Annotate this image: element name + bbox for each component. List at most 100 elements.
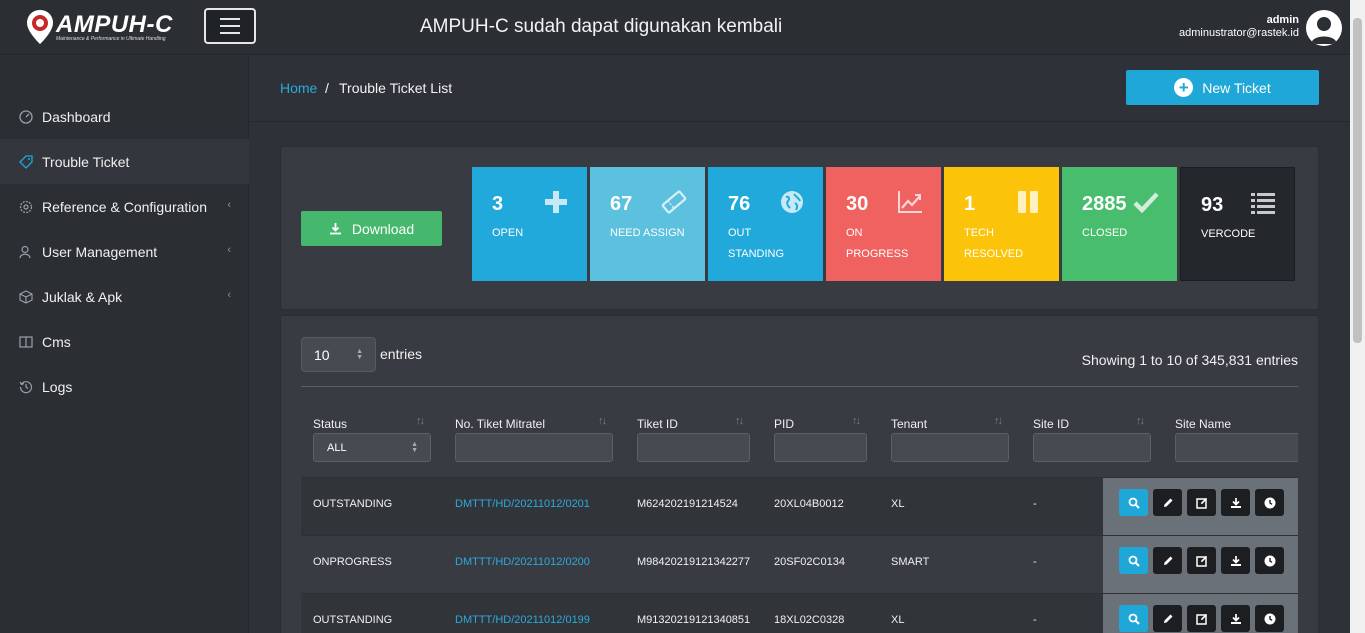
pid-filter-input[interactable]	[774, 433, 867, 462]
column-header-no-tiket[interactable]: No. Tiket Mitratel	[455, 417, 545, 431]
chevron-left-icon: ‹	[227, 244, 231, 256]
sidebar-item-trouble-ticket[interactable]: Trouble Ticket	[0, 139, 249, 184]
history-button[interactable]	[1255, 547, 1284, 574]
breadcrumb-separator: /	[325, 80, 329, 96]
menu-toggle-button[interactable]	[204, 8, 256, 44]
download-icon	[329, 223, 341, 235]
cell-pid: 20XL04B0012	[774, 498, 844, 510]
tag-icon	[18, 154, 34, 170]
cell-status: OUTSTANDING	[313, 498, 393, 510]
edit-button[interactable]	[1153, 605, 1182, 632]
stat-label: OUT STANDING	[728, 227, 785, 260]
download-row-button[interactable]	[1221, 547, 1250, 574]
stat-open[interactable]: 3 OPEN	[472, 167, 587, 281]
stat-count: 76	[728, 193, 751, 215]
chevron-left-icon: ‹	[227, 289, 231, 301]
history-button[interactable]	[1255, 605, 1284, 632]
user-email[interactable]: adminustrator@rastek.id	[1179, 27, 1299, 39]
stat-label: ON PROGRESS	[846, 227, 909, 260]
globe-icon	[781, 191, 803, 213]
cell-no-tiket-link[interactable]: DMTTT/HD/20211012/0201	[455, 498, 590, 510]
no-tiket-filter-input[interactable]	[455, 433, 613, 462]
column-header-pid[interactable]: PID	[774, 417, 794, 431]
sort-icon[interactable]: ↑↓	[735, 415, 744, 427]
stat-closed[interactable]: 2885 CLOSED	[1062, 167, 1177, 281]
view-button[interactable]	[1119, 605, 1148, 632]
clock-icon	[1264, 613, 1275, 624]
column-header-site-name[interactable]: Site Name	[1175, 417, 1231, 431]
table-row: OUTSTANDING DMTTT/HD/20211012/0199 M9132…	[301, 593, 1298, 633]
stat-vercode[interactable]: 93 VERCODE	[1180, 167, 1295, 281]
table-row: ONPROGRESS DMTTT/HD/20211012/0200 M98420…	[301, 535, 1298, 594]
column-header-tenant[interactable]: Tenant	[891, 417, 927, 431]
download-button[interactable]: Download	[301, 211, 442, 246]
pencil-icon	[1163, 556, 1172, 565]
gear-icon	[18, 199, 34, 215]
sidebar-item-cms[interactable]: Cms	[0, 319, 249, 364]
update-button[interactable]	[1187, 605, 1216, 632]
sidebar-item-label: Dashboard	[42, 108, 111, 125]
pause-icon	[1018, 191, 1038, 213]
plus-icon	[545, 191, 567, 213]
new-ticket-label: New Ticket	[1202, 79, 1271, 96]
column-header-site-id[interactable]: Site ID	[1033, 417, 1069, 431]
cell-no-tiket-link[interactable]: DMTTT/HD/20211012/0199	[455, 614, 590, 626]
stat-need-assign[interactable]: 67 NEED ASSIGN	[590, 167, 705, 281]
view-button[interactable]	[1119, 547, 1148, 574]
columns-icon	[18, 334, 34, 350]
edit-button[interactable]	[1153, 489, 1182, 516]
download-row-button[interactable]	[1221, 489, 1250, 516]
scrollbar-thumb[interactable]	[1353, 18, 1362, 343]
sort-icon[interactable]: ↑↓	[1136, 415, 1145, 427]
sidebar-item-dashboard[interactable]: Dashboard	[0, 94, 249, 139]
sidebar-item-label: Logs	[42, 378, 73, 395]
sidebar-item-user-management[interactable]: User Management ‹	[0, 229, 249, 274]
stat-on-progress[interactable]: 30 ON PROGRESS	[826, 167, 941, 281]
tiket-id-filter-input[interactable]	[637, 433, 750, 462]
breadcrumb-home-link[interactable]: Home	[280, 80, 317, 96]
table-row: OUTSTANDING DMTTT/HD/20211012/0201 M6242…	[301, 477, 1298, 536]
cell-no-tiket-link[interactable]: DMTTT/HD/20211012/0200	[455, 556, 590, 568]
history-button[interactable]	[1255, 489, 1284, 516]
new-ticket-button[interactable]: + New Ticket	[1126, 70, 1319, 105]
sort-icon[interactable]: ↑↓	[852, 415, 861, 427]
update-button[interactable]	[1187, 547, 1216, 574]
avatar[interactable]	[1306, 10, 1342, 46]
stat-count: 67	[610, 193, 633, 215]
sort-icon[interactable]: ↑↓	[994, 415, 1003, 427]
site-name-filter-input[interactable]	[1175, 433, 1298, 462]
sort-icon[interactable]: ↑↓	[416, 415, 425, 427]
top-bar: AMPUH-C Maintenance & Performance in Ult…	[0, 0, 1365, 55]
edit-button[interactable]	[1153, 547, 1182, 574]
status-filter-select[interactable]: ALL ▲ ▼	[313, 433, 431, 462]
plus-circle-icon: +	[1174, 78, 1194, 97]
app-logo[interactable]: AMPUH-C Maintenance & Performance in Ult…	[26, 8, 186, 46]
column-header-tiket-id[interactable]: Tiket ID	[637, 417, 678, 431]
sidebar-item-juklak-apk[interactable]: Juklak & Apk ‹	[0, 274, 249, 319]
download-icon	[1230, 555, 1241, 566]
column-header-status[interactable]: Status	[313, 417, 347, 431]
sort-icon[interactable]: ↑↓	[598, 415, 607, 427]
history-icon	[18, 379, 34, 395]
stat-label: OPEN	[492, 227, 524, 239]
sidebar-item-reference-configuration[interactable]: Reference & Configuration ‹	[0, 184, 249, 229]
download-row-button[interactable]	[1221, 605, 1250, 632]
stat-count: 1	[964, 193, 976, 215]
status-filter-value: ALL	[327, 441, 347, 454]
cell-tiket-id: M98420219121342277	[637, 556, 751, 568]
cell-site-id: -	[1033, 498, 1037, 510]
site-id-filter-input[interactable]	[1033, 433, 1151, 462]
update-button[interactable]	[1187, 489, 1216, 516]
user-avatar-icon	[1311, 17, 1337, 44]
tenant-filter-input[interactable]	[891, 433, 1009, 462]
sort-arrows-icon: ▲ ▼	[356, 348, 363, 361]
gauge-icon	[18, 109, 34, 125]
sidebar-item-logs[interactable]: Logs	[0, 364, 249, 409]
stat-label: CLOSED	[1082, 227, 1128, 239]
stat-tech-resolved[interactable]: 1 TECH RESOLVED	[944, 167, 1059, 281]
view-button[interactable]	[1119, 489, 1148, 516]
stat-out-standing[interactable]: 76 OUT STANDING	[708, 167, 823, 281]
page-length-select[interactable]: 10 ▲ ▼	[301, 337, 376, 372]
showing-info: Showing 1 to 10 of 345,831 entries	[1081, 352, 1298, 368]
user-name[interactable]: admin	[1267, 14, 1299, 26]
